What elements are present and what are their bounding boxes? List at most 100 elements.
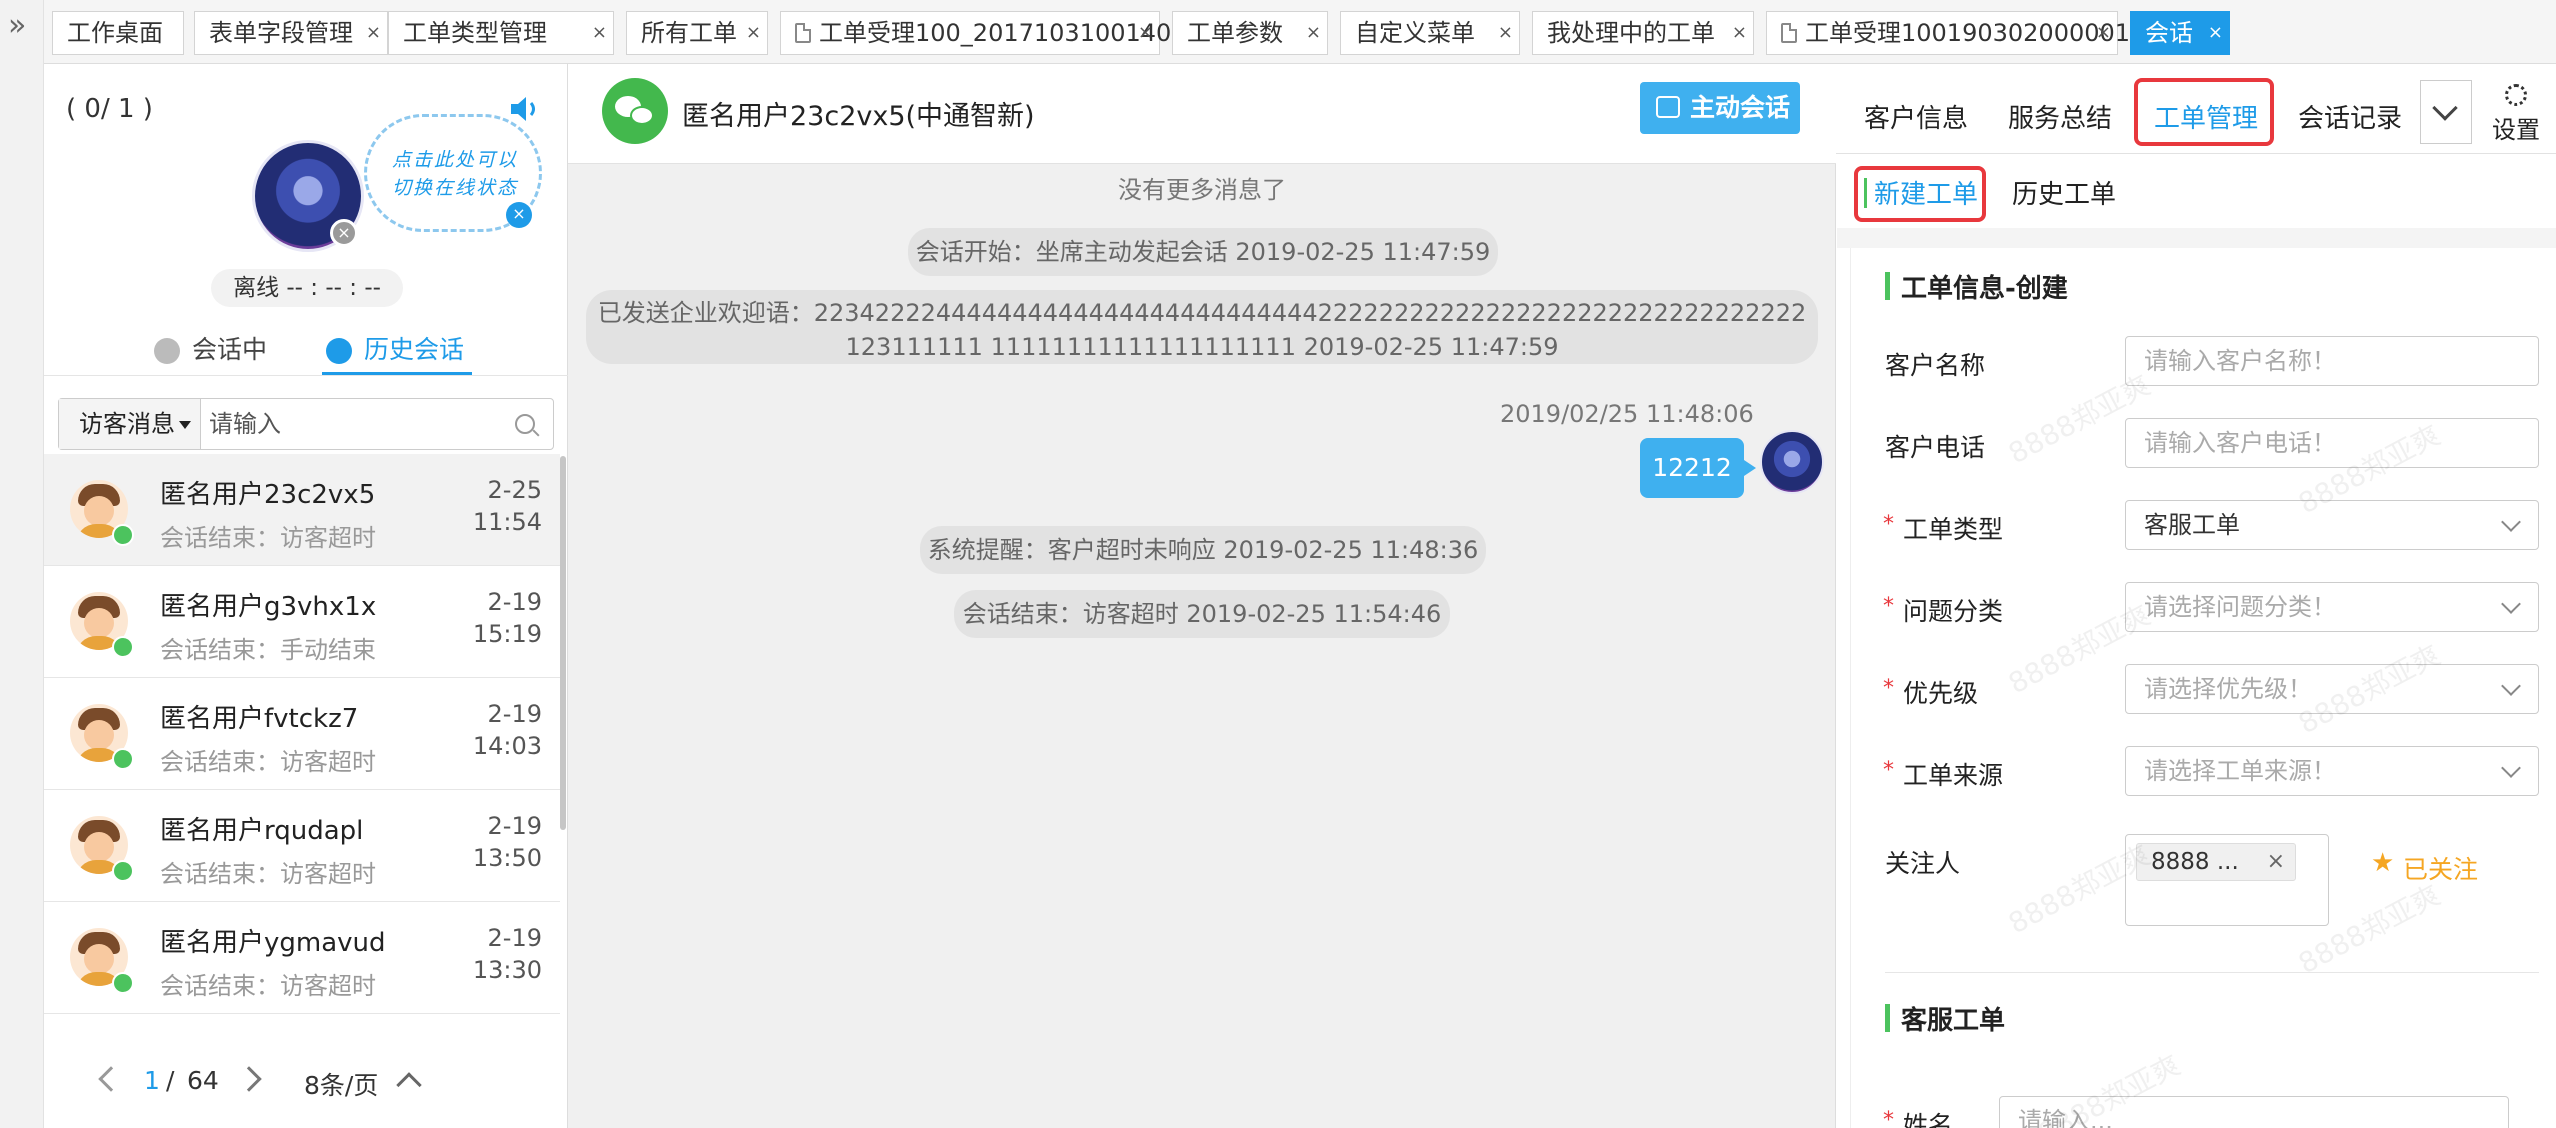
field-input[interactable]: 请输入客户电话！ bbox=[2125, 418, 2539, 468]
conversation-item[interactable]: 匿名用户g3vhx1x 会话结束：手动结束 2-19 15:19 bbox=[44, 566, 560, 678]
tab-close-icon[interactable]: × bbox=[1138, 12, 1153, 54]
tab-in-session[interactable]: 会话中 bbox=[154, 332, 267, 368]
conversation-status: 会话结束：访客超时 bbox=[160, 972, 376, 1000]
conversation-date: 2-19 bbox=[487, 812, 542, 840]
conversation-tabs: 会话中 历史会话 bbox=[44, 326, 568, 376]
top-tab-9[interactable]: 工单受理100190302000001 × bbox=[1766, 11, 2130, 55]
tab-close-icon[interactable]: × bbox=[1306, 12, 1321, 54]
next-page-icon[interactable] bbox=[236, 1066, 262, 1092]
pager-total-pages: 64 bbox=[187, 1066, 219, 1095]
settings-button[interactable]: 设置 bbox=[2486, 82, 2546, 145]
field-label: 优先级 bbox=[1883, 674, 1978, 710]
expand-sidebar-icon[interactable]: » bbox=[8, 6, 26, 46]
field-select[interactable]: 客服工单 bbox=[2125, 500, 2539, 550]
search-icon[interactable] bbox=[515, 414, 535, 434]
agent-message-avatar bbox=[1760, 430, 1824, 494]
field-label: 工单来源 bbox=[1883, 756, 2003, 792]
more-tabs-button[interactable] bbox=[2420, 80, 2472, 144]
conversation-date: 2-19 bbox=[487, 924, 542, 952]
tab-close-icon[interactable]: × bbox=[746, 12, 761, 54]
top-tab-label: 工单参数 bbox=[1187, 19, 1283, 47]
field-value: 请输入客户电话！ bbox=[2144, 429, 2336, 457]
field-select[interactable]: 请选择工单来源！ bbox=[2125, 746, 2539, 796]
conversation-name: 匿名用户rqudapl bbox=[160, 816, 364, 846]
field-input[interactable]: 请输入客户名称！ bbox=[2125, 336, 2539, 386]
tab-close-icon[interactable]: × bbox=[592, 12, 607, 54]
field-value: 请选择工单来源！ bbox=[2144, 757, 2336, 785]
tab-close-icon[interactable]: × bbox=[1498, 12, 1513, 54]
follower-select[interactable]: 8888 ... × bbox=[2125, 834, 2329, 926]
workorder-form: 工单信息-创建 客户名称请输入客户名称！客户电话请输入客户电话！工单类型客服工单… bbox=[1837, 228, 2556, 1128]
field-value: 请选择问题分类！ bbox=[2144, 593, 2336, 621]
star-icon[interactable]: ★ bbox=[2371, 848, 2394, 878]
search-input[interactable] bbox=[209, 401, 499, 447]
prev-page-icon[interactable] bbox=[98, 1066, 124, 1092]
tab-close-icon[interactable]: × bbox=[2208, 12, 2223, 54]
top-tab-1[interactable]: 工作桌面 bbox=[52, 11, 184, 55]
message-icon bbox=[1656, 96, 1680, 118]
conversation-status: 会话结束：访客超时 bbox=[160, 748, 376, 776]
chat-bubble-icon bbox=[154, 338, 180, 364]
tab-customer-info[interactable]: 客户信息 bbox=[1864, 98, 1968, 135]
subtab-history-workorder[interactable]: 历史工单 bbox=[2012, 174, 2116, 211]
no-more-messages[interactable]: 没有更多消息了 bbox=[568, 170, 1836, 205]
wechat-icon bbox=[602, 78, 668, 144]
speaker-icon[interactable] bbox=[508, 94, 542, 124]
wechat-badge-icon bbox=[112, 972, 134, 994]
tab-close-icon[interactable]: × bbox=[1732, 12, 1747, 54]
field-label: 客户电话 bbox=[1885, 433, 1986, 462]
queue-count: ( 0/ 1 ) bbox=[66, 94, 153, 124]
pagination: 1 / 64 8条/页 bbox=[44, 1056, 568, 1116]
conversation-item[interactable]: 匿名用户rqudapl 会话结束：访客超时 2-19 13:50 bbox=[44, 790, 560, 902]
conversation-time: 13:30 bbox=[472, 956, 542, 984]
start-conversation-label: 主动会话 bbox=[1690, 93, 1791, 122]
top-tab-3[interactable]: 工单类型管理 × bbox=[388, 11, 614, 55]
agent-message-bubble: 12212 bbox=[1640, 438, 1756, 498]
tab-session-records[interactable]: 会话记录 bbox=[2298, 98, 2402, 135]
page-size-select[interactable]: 8条/页 bbox=[304, 1066, 378, 1102]
agent-status-pill[interactable]: 离线 -- : -- : -- bbox=[211, 269, 403, 307]
name-input[interactable]: 请输入... bbox=[1999, 1096, 2509, 1128]
top-tab-5[interactable]: 工单受理100_20171031001407 × bbox=[780, 11, 1187, 55]
conversation-name: 匿名用户fvtckz7 bbox=[160, 704, 359, 734]
conversation-item[interactable]: 匿名用户ygmavud 会话结束：访客超时 2-19 13:30 bbox=[44, 902, 560, 1014]
system-message-welcome: 已发送企业欢迎语：2234222244444444444444444444444… bbox=[586, 290, 1818, 364]
top-tab-8[interactable]: 我处理中的工单 × bbox=[1532, 11, 1754, 55]
tab-history[interactable]: 历史会话 bbox=[326, 332, 464, 368]
subtab-new-workorder[interactable]: 新建工单 bbox=[1874, 174, 1978, 211]
conversation-item[interactable]: 匿名用户fvtckz7 会话结束：访客超时 2-19 14:03 bbox=[44, 678, 560, 790]
chevron-down-icon bbox=[2501, 594, 2521, 614]
tab-service-summary[interactable]: 服务总结 bbox=[2008, 98, 2112, 135]
field-value: 请输入客户名称！ bbox=[2144, 347, 2336, 375]
active-subtab-indicator bbox=[1864, 178, 1867, 208]
remove-tag-icon[interactable]: × bbox=[2267, 844, 2285, 880]
top-tab-7[interactable]: 自定义菜单 × bbox=[1340, 11, 1520, 55]
top-tab-label: 工单类型管理 bbox=[403, 19, 547, 47]
field-label: 工单类型 bbox=[1883, 510, 2003, 546]
field-select[interactable]: 请选择问题分类！ bbox=[2125, 582, 2539, 632]
document-icon bbox=[1781, 23, 1797, 43]
caret-down-icon bbox=[179, 421, 191, 429]
wechat-badge-icon bbox=[112, 860, 134, 882]
top-tab-2[interactable]: 表单字段管理 × bbox=[194, 11, 388, 55]
field-select[interactable]: 请选择优先级！ bbox=[2125, 664, 2539, 714]
top-tab-4[interactable]: 所有工单 × bbox=[626, 11, 768, 55]
name-label: 姓名 bbox=[1883, 1106, 1953, 1128]
chevron-up-icon[interactable] bbox=[396, 1072, 422, 1098]
tab-workorder-management[interactable]: 工单管理 bbox=[2154, 98, 2258, 135]
chevron-down-icon bbox=[2432, 95, 2458, 121]
top-tab-6[interactable]: 工单参数 × bbox=[1172, 11, 1328, 55]
search-type-select[interactable]: 访客消息 bbox=[59, 399, 201, 449]
tab-close-icon[interactable]: × bbox=[366, 12, 381, 54]
document-icon bbox=[795, 23, 811, 43]
tab-close-icon[interactable]: × bbox=[2096, 12, 2111, 54]
top-tab-label: 自定义菜单 bbox=[1355, 19, 1475, 47]
top-tab-10[interactable]: 会话 × bbox=[2130, 11, 2230, 55]
top-tab-label: 所有工单 bbox=[641, 19, 737, 47]
list-scrollbar[interactable] bbox=[560, 456, 566, 830]
wechat-badge-icon bbox=[112, 748, 134, 770]
start-conversation-button[interactable]: 主动会话 bbox=[1640, 82, 1800, 134]
close-icon[interactable]: × bbox=[506, 202, 532, 228]
followed-status[interactable]: 已关注 bbox=[2403, 850, 2478, 886]
conversation-item[interactable]: 匿名用户23c2vx5 会话结束：访客超时 2-25 11:54 bbox=[44, 454, 560, 566]
